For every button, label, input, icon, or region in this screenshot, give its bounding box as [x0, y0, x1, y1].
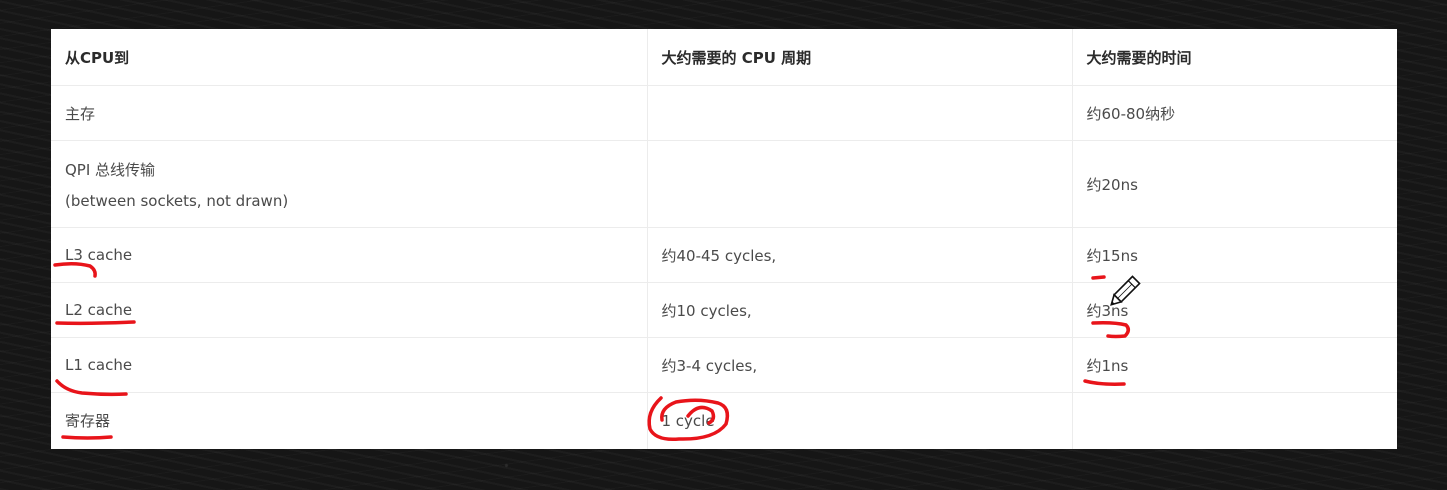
cell-target: L3 cache [51, 227, 648, 283]
cell-time: 约20ns [1072, 140, 1397, 228]
table-row: 主存 约60-80纳秒 [51, 85, 1397, 141]
cell-time: 约60-80纳秒 [1072, 85, 1397, 141]
header-time: 大约需要的时间 [1072, 29, 1397, 86]
table-row: 寄存器 1 cycle [51, 392, 1397, 449]
table-row: QPI 总线传输 (between sockets, not drawn) 约2… [51, 140, 1397, 228]
table-row: L1 cache 约3-4 cycles, 约1ns [51, 337, 1397, 393]
table-row: L3 cache 约40-45 cycles, 约15ns [51, 227, 1397, 283]
latency-table: 从CPU到 大约需要的 CPU 周期 大约需要的时间 主存 约60-80纳秒 Q… [51, 29, 1397, 449]
table-row: L2 cache 约10 cycles, 约3ns [51, 282, 1397, 338]
header-from-cpu: 从CPU到 [51, 29, 648, 86]
cell-cycles [647, 85, 1073, 141]
cell-time: 约1ns [1072, 337, 1397, 393]
cell-target-line2: (between sockets, not drawn) [65, 191, 289, 210]
cell-target: QPI 总线传输 (between sockets, not drawn) [51, 140, 648, 228]
cell-target: L2 cache [51, 282, 648, 338]
table-header-row: 从CPU到 大约需要的 CPU 周期 大约需要的时间 [51, 29, 1397, 86]
cell-cycles: 1 cycle [647, 392, 1073, 449]
cell-target: 寄存器 [51, 392, 648, 449]
cell-cycles: 约3-4 cycles, [647, 337, 1073, 393]
pencil-cursor-icon [1110, 275, 1141, 306]
cell-target-line1: QPI 总线传输 [65, 160, 156, 179]
cell-cycles: 约40-45 cycles, [647, 227, 1073, 283]
table-card: 从CPU到 大约需要的 CPU 周期 大约需要的时间 主存 约60-80纳秒 Q… [51, 29, 1397, 449]
cell-time [1072, 393, 1397, 449]
cell-cycles: 约10 cycles, [647, 282, 1073, 338]
cell-target: L1 cache [51, 337, 648, 393]
cell-cycles [647, 140, 1073, 228]
header-cpu-cycles: 大约需要的 CPU 周期 [647, 29, 1073, 86]
cell-target: 主存 [51, 85, 648, 141]
